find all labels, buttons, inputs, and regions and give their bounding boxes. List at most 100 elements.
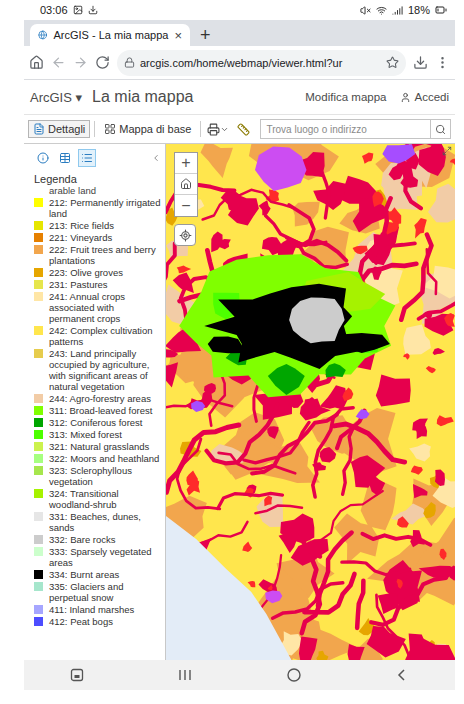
- panel-tab[interactable]: [56, 149, 74, 167]
- legend-swatch: [34, 617, 43, 626]
- status-right: 18%: [360, 4, 447, 16]
- legend-item: 243: Land principally occupied by agricu…: [34, 348, 161, 392]
- home-icon[interactable]: [29, 55, 44, 70]
- legend-item: 213: Rice fields: [34, 220, 161, 231]
- legend-item: 222: Fruit trees and berry plantations: [34, 244, 161, 266]
- legend-swatch: [34, 394, 43, 403]
- legend-label: 335: Glaciers and perpetual snow: [49, 581, 161, 603]
- legend-swatch: [34, 466, 43, 475]
- details-icon: [33, 123, 45, 135]
- zoom-in-button[interactable]: +: [175, 153, 197, 174]
- fullscreen-button[interactable]: [442, 146, 452, 156]
- legend-label: 213: Rice fields: [49, 220, 114, 231]
- legend-swatch: [34, 326, 43, 335]
- battery-level: 18%: [408, 4, 430, 16]
- wifi-icon: [376, 5, 387, 16]
- land-cover-map[interactable]: [166, 144, 455, 660]
- url-text: arcgis.com/home/webmap/viewer.html?ur: [140, 57, 381, 69]
- legend-swatch: [34, 605, 43, 614]
- panel-tabs: [24, 144, 165, 170]
- legend-swatch: [34, 245, 43, 254]
- dropdown-caret-icon: [220, 125, 229, 134]
- legend-swatch: [34, 535, 43, 544]
- marsh-patches: [191, 144, 415, 603]
- toolbar-tab[interactable]: Mappa di base: [99, 120, 196, 138]
- forest-area: [179, 254, 395, 397]
- legend-icon: [81, 152, 93, 164]
- map-view[interactable]: +−: [166, 144, 455, 660]
- browser-tab[interactable]: ArcGIS - La mia mappa ×: [30, 24, 190, 46]
- new-tab-button[interactable]: +: [190, 24, 221, 46]
- back-button-icon[interactable]: [395, 668, 409, 682]
- legend-item: 312: Coniferous forest: [34, 417, 161, 428]
- legend-item: 242: Complex cultivation patterns: [34, 325, 161, 347]
- locate-button[interactable]: [174, 224, 196, 246]
- download-notification-icon: [88, 5, 98, 15]
- basemap-icon: [104, 123, 116, 135]
- user-icon: [400, 92, 411, 103]
- legend-swatch: [34, 268, 43, 277]
- recent-apps-icon[interactable]: [177, 668, 193, 682]
- panel-tab[interactable]: [78, 149, 96, 167]
- bookmark-star-icon[interactable]: [386, 56, 399, 69]
- legend-swatch: [34, 406, 43, 415]
- bare-rock-crater: [289, 298, 344, 344]
- legend-swatch: [34, 582, 43, 591]
- printer-icon: [207, 123, 220, 136]
- header-link[interactable]: Accedi: [400, 91, 449, 103]
- legend-item: 231: Pastures: [34, 279, 161, 290]
- search-button[interactable]: [430, 120, 450, 138]
- tab-title: ArcGIS - La mia mappa: [53, 29, 168, 41]
- toolbar-tab[interactable]: Dettagli: [28, 120, 90, 138]
- back-arrow-icon[interactable]: [51, 55, 66, 70]
- legend-item: 321: Natural grasslands: [34, 441, 161, 452]
- tab-close-button[interactable]: ×: [174, 28, 182, 43]
- battery-icon: [435, 4, 447, 16]
- panel-tab[interactable]: [34, 149, 52, 167]
- header-link[interactable]: Modifica mappa: [305, 91, 386, 103]
- zoom-out-button[interactable]: −: [175, 195, 197, 216]
- legend-swatch: [34, 512, 43, 521]
- print-button[interactable]: [205, 123, 231, 136]
- download-icon[interactable]: [413, 55, 428, 70]
- url-field[interactable]: arcgis.com/home/webmap/viewer.html?ur: [117, 50, 406, 76]
- search-icon: [435, 124, 446, 135]
- legend-label: 333: Sparsely vegetated areas: [49, 546, 161, 568]
- android-nav-bar: [24, 660, 455, 690]
- menu-dots-icon[interactable]: [435, 55, 450, 70]
- legend-item: 241: Annual crops associated with perman…: [34, 291, 161, 324]
- burnt-area: [204, 284, 390, 369]
- reload-icon[interactable]: [95, 55, 110, 70]
- forward-arrow-icon[interactable]: [73, 55, 88, 70]
- lock-icon: [124, 57, 135, 68]
- home-button-icon[interactable]: [286, 667, 302, 683]
- locate-icon: [179, 229, 192, 242]
- legend-swatch: [34, 233, 43, 242]
- legend-list: 212: Permanently irrigated land213: Rice…: [24, 196, 165, 660]
- app-header: ArcGIS ▾La mia mappaModifica mappaAccedi: [24, 80, 455, 114]
- legend-label: 321: Natural grasslands: [49, 441, 149, 452]
- legend-label: 243: Land principally occupied by agricu…: [49, 348, 161, 392]
- legend-label: 223: Olive groves: [49, 267, 123, 278]
- legend-item: 322: Moors and heathland: [34, 453, 161, 464]
- legend-label: 412: Peat bogs: [49, 616, 113, 627]
- legend-item: 244: Agro-forestry areas: [34, 393, 161, 404]
- toolbar-separator: [200, 121, 201, 137]
- search-box[interactable]: Trova luogo o indirizzo: [260, 119, 451, 139]
- bottom-margin: [24, 690, 455, 704]
- legend-swatch: [34, 292, 43, 301]
- screenshot-icon[interactable]: [70, 668, 84, 682]
- measure-button[interactable]: [235, 123, 252, 136]
- default-extent-button[interactable]: [175, 174, 197, 195]
- legend-item: 334: Burnt areas: [34, 569, 161, 580]
- legend-label: 323: Sclerophyllous vegetation: [49, 465, 161, 487]
- sea: [166, 516, 291, 660]
- collapse-panel-button[interactable]: [151, 153, 161, 163]
- land-patches: [166, 144, 455, 660]
- legend-swatch: [34, 430, 43, 439]
- expand-icon: [442, 146, 452, 156]
- collapse-arrow-icon: [151, 153, 161, 163]
- legend-label: 241: Annual crops associated with perman…: [49, 291, 161, 324]
- legend-swatch: [34, 280, 43, 289]
- arcgis-logo[interactable]: ArcGIS ▾: [30, 90, 82, 105]
